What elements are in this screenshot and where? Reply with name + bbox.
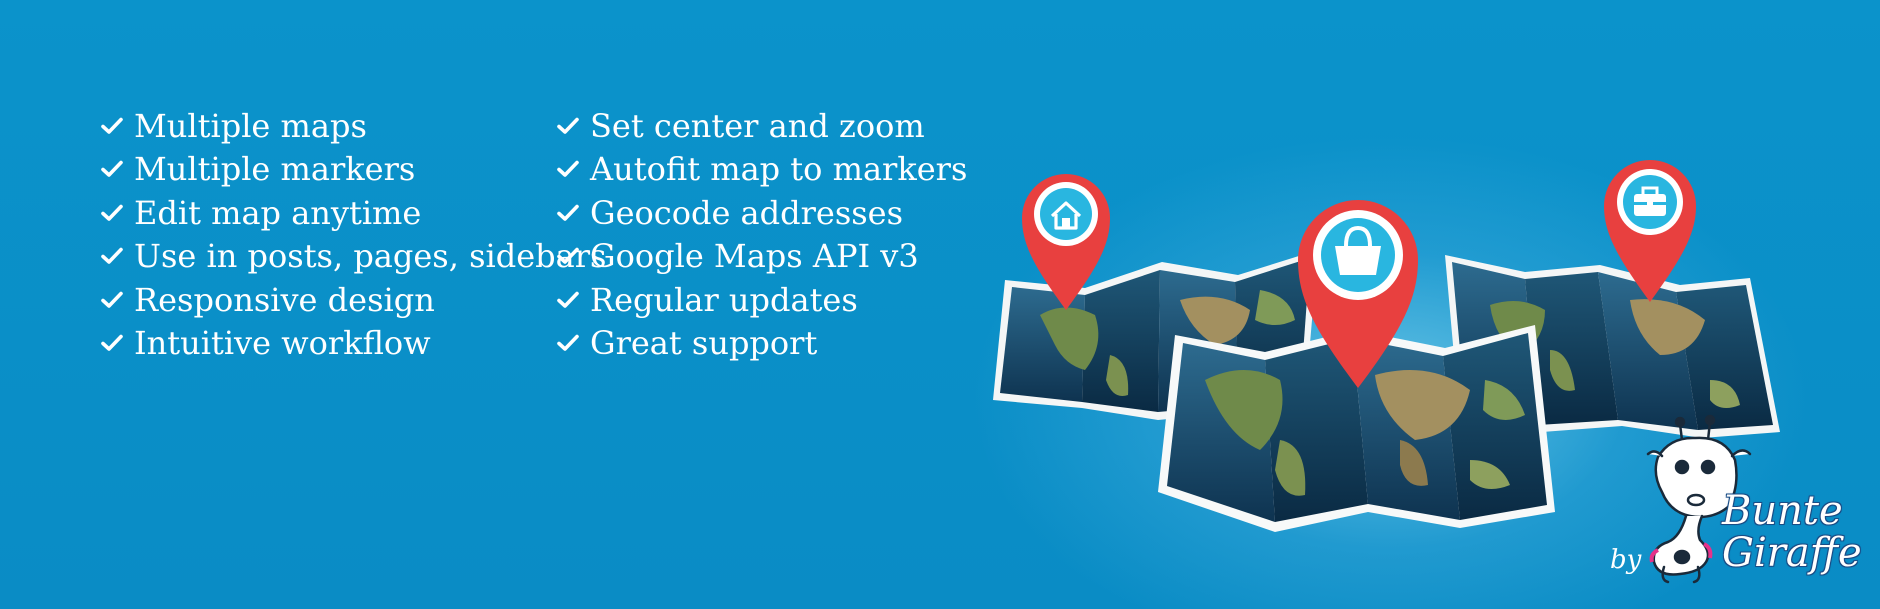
check-icon [101, 160, 123, 178]
check-icon [101, 291, 123, 308]
brand-by-label: by [1610, 545, 1642, 575]
check-icon [557, 160, 579, 178]
brand-name: Bunte Giraffe [1722, 490, 1862, 574]
feature-list-right: Set center and zoom Autofit map to marke… [556, 104, 967, 365]
feature-item: Set center and zoom [556, 104, 967, 148]
feature-label: Responsive design [134, 280, 435, 319]
feature-item: Responsive design [100, 278, 606, 322]
banner: Multiple maps Multiple markers Edit map … [0, 0, 1880, 609]
check-icon [557, 204, 579, 221]
feature-label: Intuitive workflow [134, 324, 431, 363]
check-icon [101, 334, 123, 352]
feature-label: Multiple maps [134, 106, 367, 145]
check-icon [557, 117, 579, 134]
feature-label: Multiple markers [134, 150, 416, 189]
feature-item: Multiple markers [100, 148, 606, 192]
check-icon [557, 291, 579, 308]
feature-item: Multiple maps [100, 104, 606, 148]
check-icon [557, 334, 579, 352]
feature-item: Autofit map to markers [556, 148, 967, 192]
feature-item: Regular updates [556, 278, 967, 322]
feature-label: Autofit map to markers [590, 150, 968, 189]
brand-name-line1: Bunte [1722, 488, 1843, 534]
feature-item: Geocode addresses [556, 191, 967, 235]
feature-item: Edit map anytime [100, 191, 606, 235]
check-icon [101, 247, 123, 265]
feature-item: Intuitive workflow [100, 322, 606, 366]
check-icon [101, 204, 123, 221]
check-icon [101, 117, 123, 134]
brand-name-line2: Giraffe [1722, 530, 1862, 576]
feature-label: Use in posts, pages, sidebars [134, 237, 607, 276]
feature-label: Regular updates [590, 280, 858, 319]
feature-label: Set center and zoom [590, 106, 925, 145]
feature-label: Google Maps API v3 [590, 237, 919, 276]
feature-item: Great support [556, 322, 967, 366]
feature-item: Google Maps API v3 [556, 235, 967, 279]
feature-item: Use in posts, pages, sidebars [100, 235, 606, 279]
check-icon [557, 247, 579, 265]
feature-label: Great support [590, 324, 818, 363]
feature-list-left: Multiple maps Multiple markers Edit map … [100, 104, 606, 365]
feature-label: Geocode addresses [590, 193, 904, 232]
feature-label: Edit map anytime [134, 193, 422, 232]
